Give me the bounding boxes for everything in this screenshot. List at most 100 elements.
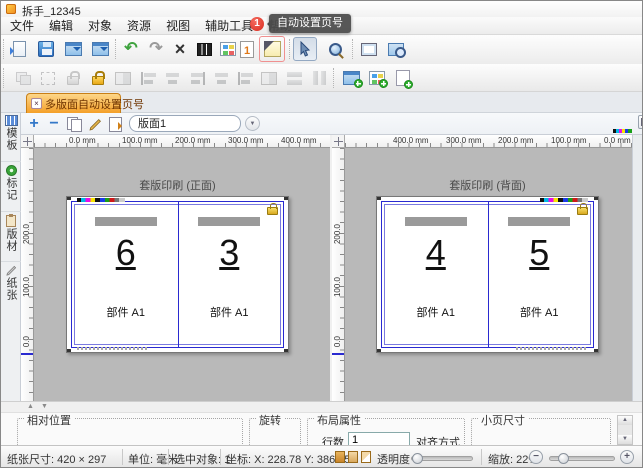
sheet-back[interactable]: 4 部件 A1 5 部件 A1	[376, 196, 599, 353]
select-tool-button[interactable]	[293, 37, 317, 61]
import-layout-button[interactable]	[88, 37, 112, 61]
splitter-collapse-up-icon[interactable]: ▲	[27, 403, 34, 411]
undo-button[interactable]: ↶	[119, 37, 143, 61]
selection-frame-button[interactable]	[36, 66, 60, 90]
open-document-button[interactable]	[7, 37, 31, 61]
side-tab-templates[interactable]: 模板	[1, 113, 21, 162]
align-top-button[interactable]	[209, 66, 233, 90]
horizontal-ruler-back: 400.0 mm 300.0 mm 200.0 mm 100.0 mm 0.0 …	[345, 135, 632, 148]
menu-view[interactable]: 视图	[163, 16, 193, 35]
ruler-label: 400.0 mm	[393, 136, 429, 145]
menu-object[interactable]: 对象	[85, 16, 115, 35]
side-tab-label: 标记	[3, 177, 19, 201]
edit-layout-button[interactable]	[86, 115, 104, 133]
unlock-button[interactable]	[86, 66, 110, 90]
side-tab-plates[interactable]: 版材	[1, 213, 21, 262]
imposed-page-3[interactable]: 3 部件 A1	[179, 205, 281, 344]
copy-layout-button[interactable]	[65, 115, 83, 133]
add-marks-button[interactable]	[365, 66, 389, 90]
side-tab-marks[interactable]: 标记	[1, 163, 21, 212]
menu-file[interactable]: 文件	[7, 16, 37, 35]
print-preview-button[interactable]	[384, 37, 408, 61]
scroll-up-icon[interactable]: ▲	[618, 416, 632, 425]
save-button[interactable]	[34, 37, 58, 61]
properties-scrollbar[interactable]: ▲ ▼	[617, 415, 633, 445]
copy-icon	[67, 117, 82, 132]
align-bottom-button[interactable]	[257, 66, 281, 90]
ruler-label: 300.0 mm	[228, 136, 264, 145]
opacity-slider-thumb[interactable]	[412, 453, 423, 464]
sheet-front[interactable]: 6 部件 A1 3 部件 A1	[66, 196, 289, 353]
reorder-layout-button[interactable]	[106, 115, 124, 133]
align-center-button[interactable]	[160, 66, 184, 90]
add-page-button[interactable]	[391, 66, 415, 90]
align-center-icon	[165, 72, 180, 85]
scroll-down-icon[interactable]: ▼	[618, 435, 632, 444]
lock-button[interactable]	[61, 66, 85, 90]
tab-close-icon[interactable]: ×	[31, 98, 42, 109]
opacity-preset-dark-icon[interactable]	[335, 451, 345, 463]
zoom-slider[interactable]	[549, 456, 615, 461]
splitter-collapse-down-icon[interactable]: ▼	[41, 403, 48, 411]
zoom-tool-button[interactable]	[323, 37, 347, 61]
fit-page-view-button[interactable]	[357, 37, 381, 61]
swap-pages-button[interactable]	[111, 66, 135, 90]
rows-input[interactable]	[348, 432, 410, 445]
opacity-preset-light-icon[interactable]	[348, 451, 358, 463]
layout-select[interactable]: 版面1	[129, 115, 241, 132]
toolbar-separator	[289, 39, 290, 59]
ruler-label: 400.0 mm	[281, 136, 317, 145]
zoom-out-button[interactable]: −	[529, 450, 543, 464]
page-header-placeholder	[198, 217, 260, 226]
zoom-in-button[interactable]: +	[620, 450, 634, 464]
undo-icon: ↶	[124, 41, 137, 57]
export-layout-button[interactable]	[61, 37, 85, 61]
side-tab-paper[interactable]: 纸张	[1, 263, 21, 312]
pane-toggle-button[interactable]	[638, 115, 643, 129]
menu-tools[interactable]: 辅助工具	[202, 16, 256, 35]
add-marks-icon	[369, 71, 385, 85]
unit-status: 单位: 毫米	[128, 451, 178, 467]
zoom-slider-thumb[interactable]	[558, 453, 569, 464]
tab-auto-page-number[interactable]: × 多版面自动设置页号	[26, 93, 121, 113]
register-mark	[594, 349, 598, 352]
imposed-page-4[interactable]: 4 部件 A1	[385, 205, 487, 344]
align-middle-button[interactable]	[233, 66, 257, 90]
auto-page-number-button[interactable]	[260, 37, 284, 61]
horizontal-splitter[interactable]: ▲ ▼	[1, 401, 642, 412]
redo-icon: ↷	[149, 41, 162, 57]
ruler-label: 0.0	[333, 336, 342, 347]
column-view-button[interactable]	[192, 37, 216, 61]
opacity-preset-mixed-icon[interactable]	[361, 451, 371, 463]
menu-edit[interactable]: 编辑	[46, 16, 76, 35]
ruler-origin-icon	[21, 135, 34, 148]
align-right-icon	[190, 72, 205, 85]
equal-columns-button[interactable]	[307, 66, 331, 90]
remove-layout-item-button[interactable]: −	[45, 115, 63, 133]
canvas-pane-front[interactable]: 0.0 mm 100.0 mm 200.0 mm 300.0 mm 400.0 …	[21, 135, 330, 401]
page-number-icon: 1	[240, 41, 254, 58]
imposed-page-5[interactable]: 5 部件 A1	[489, 205, 591, 344]
imposed-page-6[interactable]: 6 部件 A1	[75, 205, 177, 344]
menu-resource[interactable]: 资源	[124, 16, 154, 35]
delete-button[interactable]: ×	[168, 37, 192, 61]
canvas-pane-back[interactable]: 400.0 mm 300.0 mm 200.0 mm 100.0 mm 0.0 …	[332, 135, 632, 401]
page-number: 6	[75, 233, 177, 273]
ruler-origin-icon	[332, 135, 345, 148]
opacity-slider[interactable]	[411, 456, 473, 461]
plus-badge-icon	[354, 79, 363, 88]
redo-button[interactable]: ↷	[144, 37, 168, 61]
add-layout-item-button[interactable]: +	[25, 115, 43, 133]
add-layout-button[interactable]	[339, 66, 363, 90]
group-layout-properties: 布局属性 行数 对齐方式	[307, 418, 465, 445]
align-left-button[interactable]	[136, 66, 160, 90]
selection-frame-icon	[41, 72, 55, 85]
page-number-button[interactable]: 1	[235, 37, 259, 61]
equal-rows-button[interactable]	[282, 66, 306, 90]
combo-dropdown-icon[interactable]: ▼	[245, 116, 260, 131]
cmyk-colorbar	[77, 198, 125, 202]
register-mark	[67, 349, 71, 352]
group-button[interactable]	[11, 66, 35, 90]
align-right-button[interactable]	[185, 66, 209, 90]
ruler-label: 100.0 mm	[122, 136, 158, 145]
